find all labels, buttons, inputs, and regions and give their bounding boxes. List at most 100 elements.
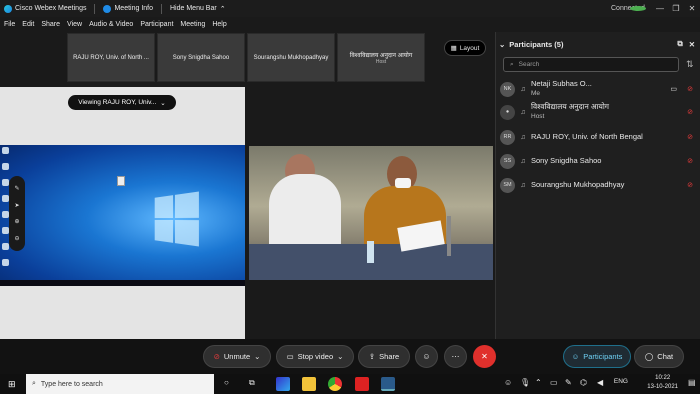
taskbar-search-box[interactable]: ⌕ Type here to search xyxy=(26,374,214,394)
minimize-icon[interactable]: — xyxy=(652,4,668,13)
close-panel-icon[interactable]: ✕ xyxy=(689,40,695,49)
thumbnail-host-label: Host xyxy=(375,58,387,65)
chat-button[interactable]: ◯ Chat xyxy=(634,345,684,368)
participants-button[interactable]: ☺ Participants xyxy=(563,345,631,368)
chevron-down-icon: ⌄ xyxy=(160,99,166,107)
meeting-info-button[interactable]: Meeting Info xyxy=(103,4,153,13)
annotate-pen-icon[interactable]: ✎ xyxy=(14,185,19,192)
mic-icon[interactable]: 🎙 xyxy=(520,378,530,387)
zoom-in-icon[interactable]: ⊕ xyxy=(14,218,19,225)
layout-label: Layout xyxy=(459,44,480,52)
participant-name: Sourangshu Mukhopadhyay xyxy=(531,179,625,189)
menu-view[interactable]: View xyxy=(67,21,82,28)
chevron-up-icon: ⌃ xyxy=(219,5,226,13)
avatar: NK xyxy=(500,81,515,97)
taskbar-search-placeholder: Type here to search xyxy=(40,380,103,388)
headset-icon: ♫ xyxy=(520,108,526,116)
cortana-icon[interactable]: ○ xyxy=(224,378,229,387)
participant-role: Host xyxy=(531,112,545,120)
search-icon: ⌕ xyxy=(510,60,514,68)
task-view-icon[interactable]: ⧉ xyxy=(249,378,255,388)
menu-participant[interactable]: Participant xyxy=(140,21,173,28)
participant-row[interactable]: ● ♫ विश्वविद्यालय अनुदान आयोग Host ⊘ xyxy=(500,101,695,123)
layout-icon: ▦ xyxy=(450,45,457,52)
close-icon[interactable]: ✕ xyxy=(684,4,700,13)
search-placeholder: Search xyxy=(518,61,540,68)
participants-label: Participants xyxy=(583,352,623,361)
share-button[interactable]: ⇪ Share xyxy=(358,345,410,368)
hide-menu-bar-button[interactable]: Hide Menu Bar ⌃ xyxy=(170,5,226,13)
unmute-label: Unmute xyxy=(223,352,251,361)
acrobat-icon[interactable] xyxy=(355,377,369,391)
avatar: SM xyxy=(500,177,515,193)
menu-file[interactable]: File xyxy=(4,21,15,28)
participant-search-input[interactable]: ⌕ Search xyxy=(503,57,679,72)
chevron-up-icon[interactable]: ⌃ xyxy=(535,378,542,387)
video-thumbnail[interactable]: Sourangshu Mukhopadhyay xyxy=(247,33,335,82)
shared-desktop-screen xyxy=(0,145,245,280)
edge-icon[interactable] xyxy=(276,377,290,391)
network-icon[interactable]: ⌬ xyxy=(580,378,587,387)
app-title: Cisco Webex Meetings xyxy=(15,5,87,12)
menu-edit[interactable]: Edit xyxy=(22,21,34,28)
viewing-label: Viewing RAJU ROY, Univ... xyxy=(78,99,157,106)
menu-bar: File Edit Share View Audio & Video Parti… xyxy=(0,17,495,32)
hide-menu-bar-label: Hide Menu Bar xyxy=(170,5,217,12)
title-separator xyxy=(161,3,162,14)
layout-button[interactable]: ▦ Layout xyxy=(444,40,486,56)
language-indicator[interactable]: ENG xyxy=(614,378,628,385)
file-explorer-icon[interactable] xyxy=(302,377,316,391)
connection-status-label: Connected xyxy=(611,5,645,12)
stop-video-label: Stop video xyxy=(297,352,334,361)
chevron-down-icon[interactable]: ⌄ xyxy=(337,352,343,361)
video-thumbnail[interactable]: विश्वविद्यालय अनुदान आयोग Host xyxy=(337,33,425,82)
video-thumbnail[interactable]: Sony Snigdha Sahoo xyxy=(157,33,245,82)
participant-row[interactable]: SM ♫ Sourangshu Mukhopadhyay ⊘ xyxy=(500,174,695,196)
mic-muted-icon[interactable]: ⊘ xyxy=(685,157,695,165)
viewing-dropdown[interactable]: Viewing RAJU ROY, Univ... ⌄ xyxy=(68,95,176,110)
search-icon: ⌕ xyxy=(32,380,36,387)
start-icon[interactable]: ⊞ xyxy=(8,379,16,390)
popout-icon[interactable]: ⧉ xyxy=(677,39,682,49)
avatar: SS xyxy=(500,153,515,169)
mic-muted-icon[interactable]: ⊘ xyxy=(685,108,695,116)
clock-date: 13-10-2021 xyxy=(647,384,678,390)
mic-muted-icon[interactable]: ⊘ xyxy=(685,181,695,189)
participant-row[interactable]: SS ♫ Sony Snigdha Sahoo ⊘ xyxy=(500,150,695,172)
chrome-icon[interactable] xyxy=(328,377,342,391)
menu-help[interactable]: Help xyxy=(212,21,226,28)
pen-icon[interactable]: ✎ xyxy=(565,378,572,387)
clock-time: 10:22 xyxy=(655,375,671,381)
webex-taskbar-icon[interactable] xyxy=(381,377,395,391)
reactions-button[interactable]: ☺ xyxy=(415,345,438,368)
thumbnail-name: RAJU ROY, Univ. of North ... xyxy=(73,54,149,61)
collapse-chevron-icon[interactable]: ⌄ xyxy=(499,40,505,49)
restore-icon[interactable]: ❐ xyxy=(668,4,684,13)
mic-muted-icon[interactable]: ⊘ xyxy=(685,85,695,93)
participant-row[interactable]: NK ♫ Netaji Subhas O... Me ▭ ⊘ xyxy=(500,78,695,100)
notifications-icon[interactable]: ▤ xyxy=(688,378,696,387)
video-thumbnail[interactable]: RAJU ROY, Univ. of North ... xyxy=(67,33,155,82)
people-icon[interactable]: ☺ xyxy=(504,378,512,387)
volume-icon[interactable]: ◀ xyxy=(597,378,603,387)
pointer-icon[interactable]: ➤ xyxy=(14,202,19,209)
avatar: ● xyxy=(500,104,515,120)
zoom-out-icon[interactable]: ⊖ xyxy=(14,235,19,242)
desktop-file-icon xyxy=(117,176,125,186)
shared-taskbar xyxy=(0,280,245,286)
stop-video-button[interactable]: ▭ Stop video ⌄ xyxy=(276,345,354,368)
taskbar-clock[interactable]: 10:22 13-10-2021 xyxy=(647,374,678,392)
menu-share[interactable]: Share xyxy=(41,21,60,28)
unmute-button[interactable]: ⊘ Unmute ⌄ xyxy=(203,345,271,368)
mic-muted-icon[interactable]: ⊘ xyxy=(685,133,695,141)
participant-row[interactable]: RR ♫ RAJU ROY, Univ. of North Bengal ⊘ xyxy=(500,126,695,148)
menu-meeting[interactable]: Meeting xyxy=(180,21,205,28)
display-icon[interactable]: ▭ xyxy=(550,378,558,387)
share-icon: ⇪ xyxy=(368,352,376,361)
active-speaker-video xyxy=(249,146,493,280)
chevron-down-icon[interactable]: ⌄ xyxy=(254,352,260,361)
more-options-button[interactable]: ⋯ xyxy=(444,345,467,368)
leave-meeting-button[interactable]: ✕ xyxy=(473,345,496,368)
menu-audio-video[interactable]: Audio & Video xyxy=(89,21,133,28)
sort-icon[interactable]: ⇅ xyxy=(686,59,694,70)
